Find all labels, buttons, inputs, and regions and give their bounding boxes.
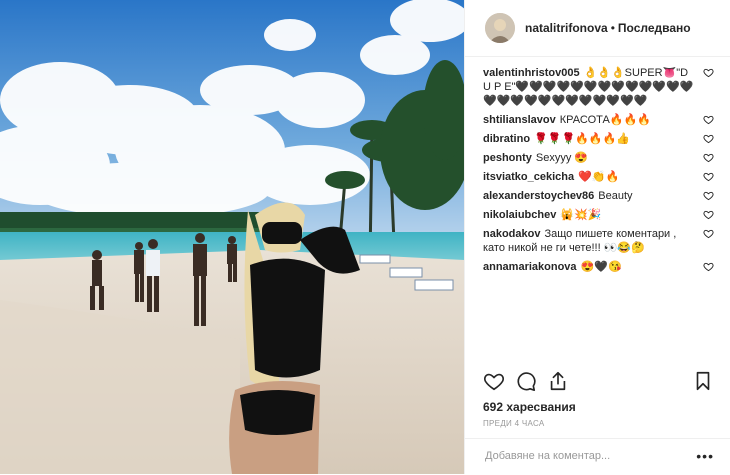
comment-like-icon[interactable] [703,190,714,201]
comment-like-icon[interactable] [703,67,714,78]
comment-item: nikolaiubchev 🙀💥🎉 [483,208,718,222]
comment-username[interactable]: shtilianslavov [483,114,556,126]
post-timestamp: ПРЕДИ 4 ЧАСА [483,419,545,428]
heart-icon[interactable] [483,370,505,392]
comment-item: shtilianslavov КРАСОТА🔥🔥🔥 [483,113,718,127]
comment-like-icon[interactable] [703,133,714,144]
comment-like-icon[interactable] [703,261,714,272]
comment-text: 😍🖤😘 [580,261,622,273]
comment-username[interactable]: itsviatko_cekicha [483,171,574,183]
comment-item: valentinhristov005 👌👌👌SUPER👅"D U P E"🖤🖤🖤🖤… [483,66,718,108]
comment-username[interactable]: alexanderstoychev86 [483,190,594,202]
comment-text: 🙀💥🎉 [560,209,602,221]
comment-text: Beauty [598,190,633,202]
beach-photo [0,0,464,474]
comment-item: nakodakov Защо пишете коментари , като ни… [483,227,718,255]
comment-text: ❤️👏🔥 [578,171,620,183]
comment-username[interactable]: peshonty [483,152,532,164]
comment-like-icon[interactable] [703,152,714,163]
comment-item: itsviatko_cekicha ❤️👏🔥 [483,170,718,184]
post-header: natalitrifonova • Последвано [465,0,730,57]
add-comment-input[interactable] [483,449,687,463]
share-icon[interactable] [547,370,569,392]
post-actions [483,370,714,394]
follow-status-button[interactable]: Последвано [618,21,691,35]
comment-like-icon[interactable] [703,171,714,182]
comment-username[interactable]: dibratino [483,133,530,145]
comment-item: peshonty Sexyyy 😍 [483,151,718,165]
comment-username[interactable]: valentinhristov005 [483,67,580,79]
avatar-image [485,13,515,43]
likes-count[interactable]: 692 харесвания [483,400,576,414]
bookmark-icon[interactable] [692,370,714,392]
comment-username[interactable]: nakodakov [483,228,540,240]
comment-text: 🌹🌹🌹🔥🔥🔥👍 [534,133,630,145]
comment-like-icon[interactable] [703,114,714,125]
post-info-panel: natalitrifonova • Последвано valentinhri… [464,0,730,474]
comment-item: dibratino 🌹🌹🌹🔥🔥🔥👍 [483,132,718,146]
comments-list: valentinhristov005 👌👌👌SUPER👅"D U P E"🖤🖤🖤🖤… [483,66,718,279]
comment-item: annamariakonova 😍🖤😘 [483,260,718,274]
comment-item: alexanderstoychev86 Beauty [483,189,718,203]
post: natalitrifonova • Последвано valentinhri… [0,0,730,474]
header-separator: • [610,21,615,35]
comment-username[interactable]: annamariakonova [483,261,577,273]
more-options-button[interactable]: ••• [696,448,714,464]
header-username[interactable]: natalitrifonova [525,21,608,35]
comment-text: КРАСОТА🔥🔥🔥 [559,114,651,126]
add-comment-bar: ••• [465,438,730,475]
comment-username[interactable]: nikolaiubchev [483,209,556,221]
avatar[interactable] [485,13,515,43]
comment-like-icon[interactable] [703,209,714,220]
comment-icon[interactable] [515,370,537,392]
post-photo[interactable] [0,0,464,474]
comment-text: Sexyyy 😍 [535,152,589,164]
comment-like-icon[interactable] [703,228,714,239]
